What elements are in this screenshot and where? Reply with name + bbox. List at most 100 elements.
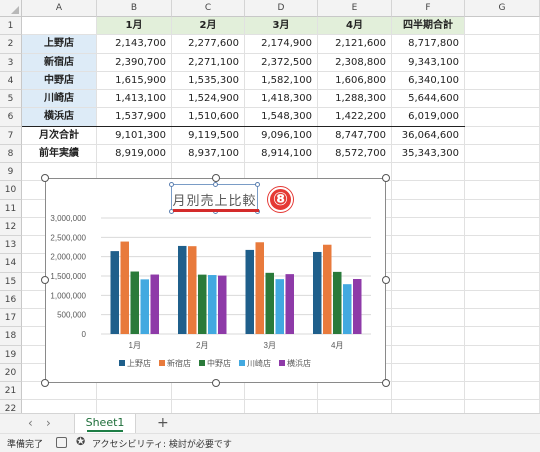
- select-all-corner[interactable]: [0, 0, 22, 17]
- column-label-cell[interactable]: 4月: [318, 17, 392, 36]
- row-header-18[interactable]: 18: [0, 327, 22, 346]
- summary-value-cell[interactable]: 8,747,700: [318, 126, 392, 145]
- quarter-total-cell[interactable]: 9,343,100: [392, 53, 465, 72]
- row-header-6[interactable]: 6: [0, 108, 22, 127]
- column-header-e[interactable]: E: [318, 0, 392, 17]
- cell[interactable]: [465, 181, 540, 200]
- cell[interactable]: [465, 108, 540, 127]
- row-header-14[interactable]: 14: [0, 254, 22, 273]
- summary-value-cell[interactable]: 8,919,000: [97, 144, 172, 163]
- cell[interactable]: [392, 217, 465, 236]
- column-header-a[interactable]: A: [22, 0, 97, 17]
- column-label-cell[interactable]: 1月: [97, 17, 172, 36]
- column-label-cell[interactable]: 2月: [172, 17, 245, 36]
- store-name-cell[interactable]: 中野店: [22, 71, 97, 90]
- cell[interactable]: [392, 290, 465, 309]
- cell[interactable]: [392, 254, 465, 273]
- cell[interactable]: [392, 236, 465, 255]
- title-handle-tr[interactable]: [255, 182, 260, 187]
- cell[interactable]: [245, 382, 318, 401]
- cell[interactable]: [22, 382, 97, 401]
- column-header-f[interactable]: F: [392, 0, 465, 17]
- cell[interactable]: [465, 345, 540, 364]
- sales-value-cell[interactable]: 1,537,900: [97, 108, 172, 127]
- row-header-15[interactable]: 15: [0, 272, 22, 291]
- sales-value-cell[interactable]: 2,174,900: [245, 35, 318, 54]
- store-name-cell[interactable]: 新宿店: [22, 53, 97, 72]
- sales-value-cell[interactable]: 1,422,200: [318, 108, 392, 127]
- column-header-g[interactable]: G: [465, 0, 540, 17]
- sales-value-cell[interactable]: 1,606,800: [318, 71, 392, 90]
- quarter-total-cell[interactable]: 8,717,800: [392, 35, 465, 54]
- cell[interactable]: [392, 345, 465, 364]
- column-header-c[interactable]: C: [172, 0, 245, 17]
- cell[interactable]: [465, 90, 540, 109]
- chart-resize-handle-tm[interactable]: [212, 174, 220, 182]
- add-sheet-button[interactable]: +: [157, 415, 169, 431]
- chart-title-box[interactable]: 月別売上比較: [169, 182, 260, 214]
- cell[interactable]: [392, 181, 465, 200]
- prev-sheet-arrow-icon[interactable]: ‹: [28, 416, 33, 430]
- sales-value-cell[interactable]: 2,277,600: [172, 35, 245, 54]
- chart-title[interactable]: 月別売上比較: [172, 190, 257, 209]
- summary-value-cell[interactable]: 9,119,500: [172, 126, 245, 145]
- row-header-21[interactable]: 21: [0, 382, 22, 401]
- column-label-cell[interactable]: 3月: [245, 17, 318, 36]
- row-header-2[interactable]: 2: [0, 35, 22, 54]
- cell[interactable]: [392, 163, 465, 182]
- cell[interactable]: [465, 71, 540, 90]
- summary-label-cell[interactable]: 前年実績: [22, 144, 97, 163]
- tab-sheet1[interactable]: Sheet1: [74, 414, 136, 433]
- summary-total-cell[interactable]: 36,064,600: [392, 126, 465, 145]
- sales-value-cell[interactable]: 1,535,300: [172, 71, 245, 90]
- cell[interactable]: [465, 217, 540, 236]
- accessibility-icon[interactable]: ✪: [76, 435, 85, 448]
- row-header-5[interactable]: 5: [0, 90, 22, 109]
- cell[interactable]: [172, 382, 245, 401]
- summary-label-cell[interactable]: 月次合計: [22, 126, 97, 145]
- title-handle-tl[interactable]: [169, 182, 174, 187]
- chart-resize-handle-bl[interactable]: [41, 379, 49, 387]
- cell[interactable]: [392, 309, 465, 328]
- store-name-cell[interactable]: 上野店: [22, 35, 97, 54]
- cell[interactable]: [392, 327, 465, 346]
- cell[interactable]: [465, 53, 540, 72]
- chart-resize-handle-tl[interactable]: [41, 174, 49, 182]
- row-header-10[interactable]: 10: [0, 181, 22, 200]
- sales-value-cell[interactable]: 1,524,900: [172, 90, 245, 109]
- summary-value-cell[interactable]: 9,096,100: [245, 126, 318, 145]
- cell[interactable]: [465, 309, 540, 328]
- cell[interactable]: [465, 17, 540, 36]
- row-header-3[interactable]: 3: [0, 53, 22, 72]
- cell[interactable]: [465, 144, 540, 163]
- row-header-8[interactable]: 8: [0, 144, 22, 163]
- cell[interactable]: [465, 254, 540, 273]
- sales-value-cell[interactable]: 1,288,300: [318, 90, 392, 109]
- cell[interactable]: [392, 199, 465, 218]
- row-header-16[interactable]: 16: [0, 290, 22, 309]
- row-header-20[interactable]: 20: [0, 363, 22, 382]
- next-sheet-arrow-icon[interactable]: ›: [46, 416, 51, 430]
- sales-value-cell[interactable]: 1,418,300: [245, 90, 318, 109]
- store-name-cell[interactable]: 川崎店: [22, 90, 97, 109]
- row-header-13[interactable]: 13: [0, 236, 22, 255]
- summary-value-cell[interactable]: 8,914,100: [245, 144, 318, 163]
- sales-value-cell[interactable]: 2,121,600: [318, 35, 392, 54]
- column-header-b[interactable]: B: [97, 0, 172, 17]
- sales-value-cell[interactable]: 1,510,600: [172, 108, 245, 127]
- cell[interactable]: [22, 17, 97, 36]
- quarter-total-cell[interactable]: 6,019,000: [392, 108, 465, 127]
- cell[interactable]: [465, 236, 540, 255]
- cell[interactable]: [465, 126, 540, 145]
- row-header-9[interactable]: 9: [0, 163, 22, 182]
- summary-value-cell[interactable]: 8,937,100: [172, 144, 245, 163]
- chart-resize-handle-br[interactable]: [382, 379, 390, 387]
- chart-resize-handle-mr[interactable]: [382, 276, 390, 284]
- summary-value-cell[interactable]: 9,101,300: [97, 126, 172, 145]
- chart-resize-handle-tr[interactable]: [382, 174, 390, 182]
- sales-value-cell[interactable]: 1,413,100: [97, 90, 172, 109]
- sales-value-cell[interactable]: 2,271,100: [172, 53, 245, 72]
- cell[interactable]: [465, 199, 540, 218]
- cell[interactable]: [465, 327, 540, 346]
- cell[interactable]: [318, 382, 392, 401]
